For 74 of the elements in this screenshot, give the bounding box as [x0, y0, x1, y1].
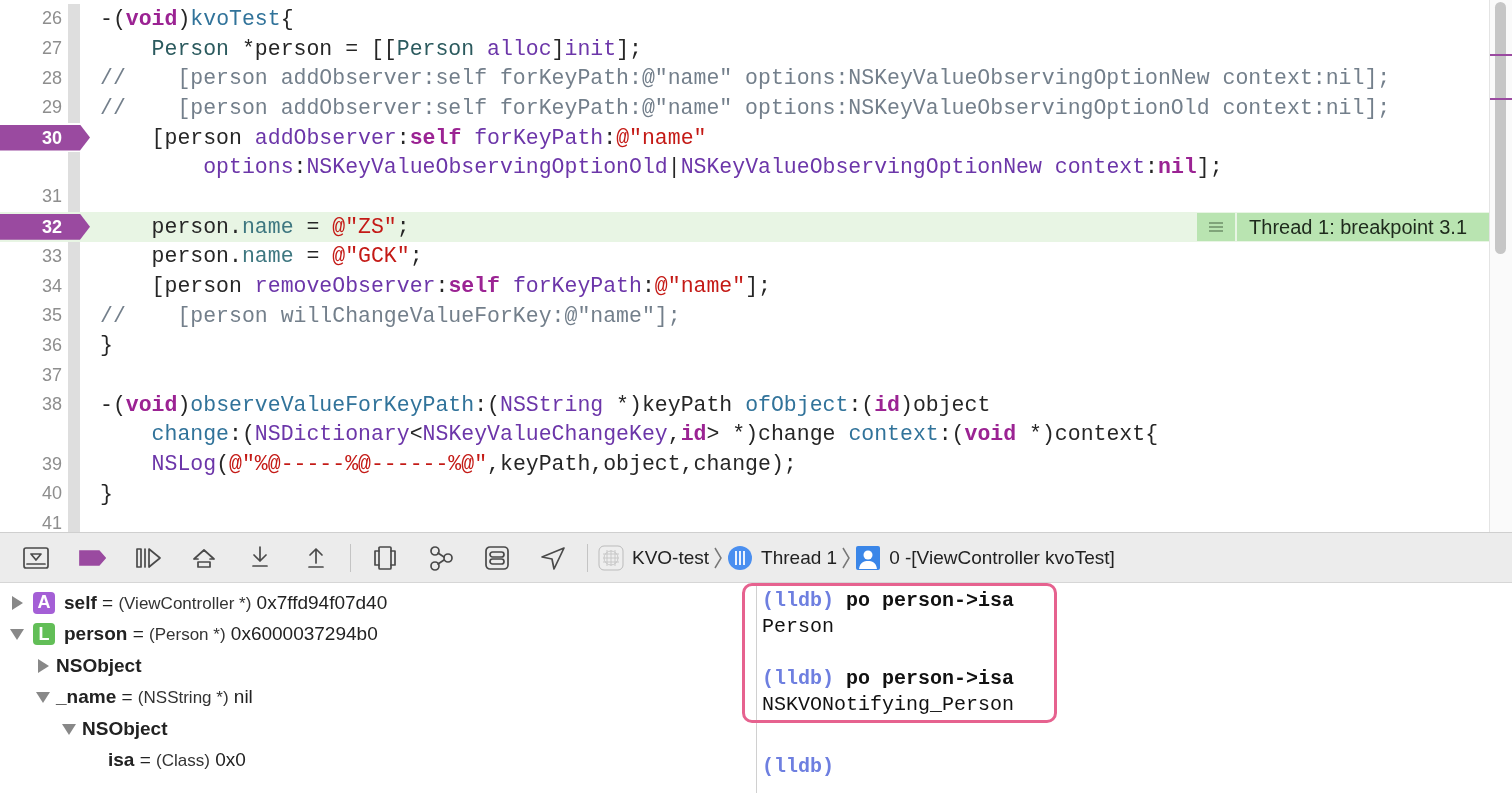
gutter-bar [68, 508, 80, 532]
location-arrow-icon [539, 544, 567, 571]
line-number: 26 [40, 8, 62, 30]
code-line: -(void)observeValueForKeyPath:(NSString *)keyPath ofObject:(id)object [100, 392, 991, 417]
app-icon [598, 544, 624, 571]
code-line: NSLog(@"%@-----%@------%@",keyPath,object,change); [150, 452, 797, 477]
breakpoint-marker [1490, 98, 1512, 100]
scroll-thumb[interactable] [1495, 2, 1506, 254]
line-number: 40 [40, 483, 62, 505]
disclosure-triangle[interactable] [62, 721, 76, 736]
console-output: Person [762, 614, 835, 640]
code-line: change:(NSDictionary<NSKeyValueChangeKey,id> *)change context:(void *)context{ [150, 422, 1159, 447]
line-number: 37 [40, 364, 62, 386]
gutter-bar [68, 182, 80, 212]
line-number: 29 [40, 97, 62, 119]
chevron-icon [841, 545, 852, 570]
line-number: 33 [40, 245, 62, 267]
list-icon [1209, 221, 1224, 232]
disclosure-triangle[interactable] [36, 658, 50, 673]
code-line: // [person addObserver:self forKeyPath:@"name" options:NSKeyValueObservingOptionOld context:nil]; [100, 95, 1391, 120]
gutter-bar [68, 93, 80, 123]
layers-icon [371, 544, 399, 571]
code-line: person.name = @"GCK"; [150, 244, 423, 269]
graph-icon [427, 544, 455, 571]
code-line: // [person addObserver:self forKeyPath:@"name" options:NSKeyValueObservingOptionNew context:nil]; [100, 66, 1391, 91]
code-line: [person removeObserver:self forKeyPath:@"name"]; [150, 274, 771, 299]
variable-kind-badge: A [33, 591, 55, 614]
console-command: (lldb) po person->isa [762, 666, 1015, 692]
line-number: 34 [40, 275, 62, 297]
line-number: 39 [40, 453, 62, 475]
variable-entry: NSObject [82, 717, 168, 740]
person-icon [855, 544, 882, 571]
line-number: 41 [40, 513, 62, 532]
breakpoint-flag[interactable]: 32 [0, 213, 90, 240]
disclosure-triangle[interactable] [10, 595, 24, 610]
thread-icon [727, 544, 754, 571]
variable-entry: person = (Person *) 0x6000037294b0 [64, 623, 378, 646]
line-number: 38 [40, 394, 62, 416]
disclosure-triangle[interactable] [10, 627, 24, 642]
line-number: 28 [40, 67, 62, 89]
gutter-bar [68, 241, 80, 272]
code-line: Person *person = [[Person alloc]init]; [150, 36, 642, 61]
gutter-bar [68, 152, 80, 183]
variable-entry: NSObject [56, 654, 142, 677]
variable-entry: isa = (Class) 0x0 [108, 749, 246, 772]
console-command: (lldb) [762, 754, 835, 780]
code-line: options:NSKeyValueObservingOptionOld|NSKeyValueObservingOptionNew context:nil]; [202, 155, 1223, 180]
editor-scrollbar[interactable] [1489, 0, 1512, 532]
code-line: // [person willChangeValueForKey:@"name"]; [100, 303, 681, 328]
breadcrumb-item[interactable]: KVO-test [594, 544, 714, 571]
variable-kind-badge: L [33, 623, 55, 646]
gutter-bar [68, 4, 80, 34]
breakpoint-flag[interactable]: 30 [0, 124, 90, 151]
breadcrumb-item[interactable]: 0 -[ViewController kvoTest] [851, 544, 1119, 571]
console-output: NSKVONotifying_Person [762, 692, 1015, 718]
code-line: -(void)kvoTest{ [100, 6, 294, 31]
panel-icon [22, 544, 50, 571]
code-line: person.name = @"ZS"; [150, 214, 410, 239]
annotation-label: Thread 1: breakpoint 3.1 [1248, 214, 1468, 240]
line-number: 27 [40, 38, 62, 60]
code-line: [person addObserver:self forKeyPath:@"name" [150, 125, 707, 150]
toggles-icon [483, 544, 511, 571]
line-number: 35 [40, 305, 62, 327]
breakpoint-marker [1490, 54, 1512, 56]
line-number: 36 [40, 334, 62, 356]
code-line: } [100, 481, 113, 506]
disclosure-triangle[interactable] [36, 690, 50, 705]
breadcrumb-item[interactable]: Thread 1 [723, 544, 842, 571]
chevron-icon [713, 545, 724, 570]
console-command: (lldb) po person->isa [762, 588, 1015, 614]
variable-entry: _name = (NSString *) nil [56, 686, 253, 709]
line-number: 31 [40, 186, 62, 208]
code-line: } [100, 333, 113, 358]
variable-entry: self = (ViewController *) 0x7ffd94f07d40 [64, 591, 388, 614]
